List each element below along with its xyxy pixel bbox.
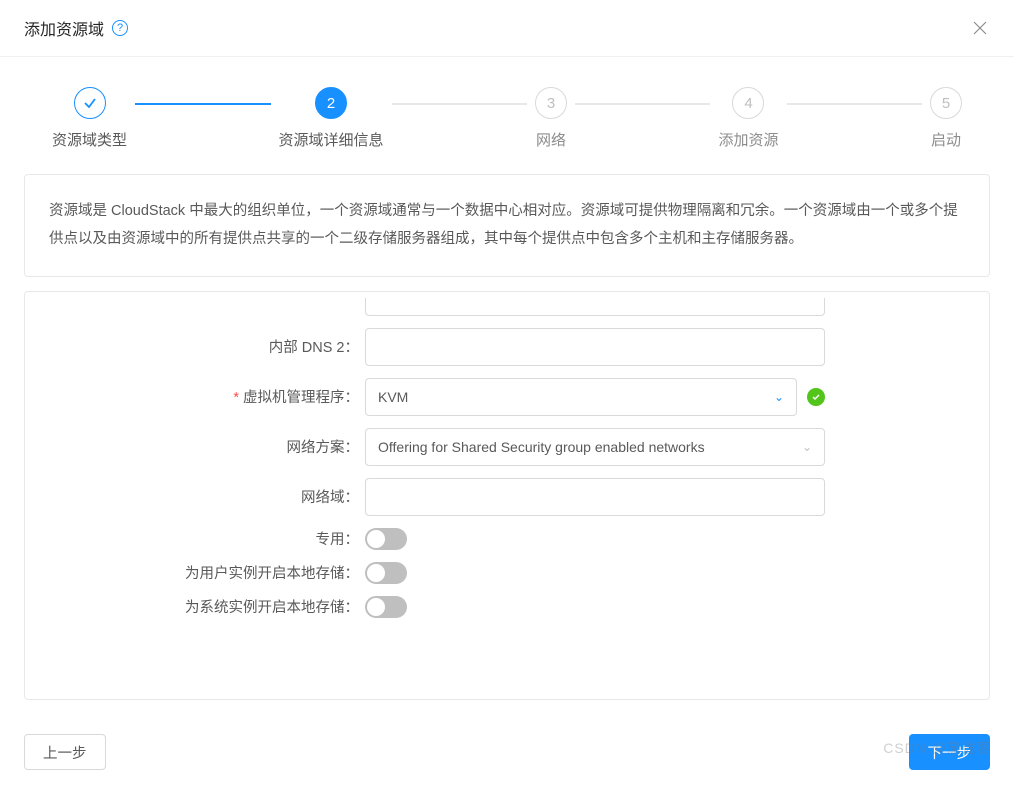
check-icon <box>74 87 106 119</box>
add-zone-modal: 添加资源域 ? 资源域类型 2 资源域详细信息 3 网络 <box>0 0 1014 788</box>
step-number-icon: 3 <box>535 87 567 119</box>
step-zone-details[interactable]: 2 资源域详细信息 <box>279 87 384 150</box>
form-control <box>365 528 825 550</box>
step-label: 资源域类型 <box>52 129 127 150</box>
modal-title: 添加资源域 <box>24 16 104 40</box>
step-label: 启动 <box>931 129 961 150</box>
form-row-dedicated: 专用： <box>25 528 989 550</box>
close-icon[interactable] <box>970 18 990 38</box>
local-storage-system-label: 为系统实例开启本地存储： <box>25 596 365 617</box>
step-label: 网络 <box>536 129 566 150</box>
chevron-down-icon: ⌄ <box>802 440 812 454</box>
step-network[interactable]: 3 网络 <box>535 87 567 150</box>
step-connector <box>392 103 527 105</box>
form-row-network-offering: 网络方案： Offering for Shared Security group… <box>25 428 989 466</box>
hypervisor-value: KVM <box>378 389 408 405</box>
chevron-down-icon: ⌄ <box>774 390 784 404</box>
hypervisor-select[interactable]: KVM ⌄ <box>365 378 797 416</box>
modal-header: 添加资源域 ? <box>0 0 1014 57</box>
hypervisor-label: 虚拟机管理程序： <box>25 386 365 407</box>
local-storage-user-label: 为用户实例开启本地存储： <box>25 562 365 583</box>
dedicated-toggle[interactable] <box>365 528 407 550</box>
step-add-resources[interactable]: 4 添加资源 <box>718 87 778 150</box>
network-domain-input[interactable] <box>365 478 825 516</box>
form-container: 内部 DNS 2： 虚拟机管理程序： KVM ⌄ <box>24 291 990 700</box>
previous-button[interactable]: 上一步 <box>24 734 106 770</box>
step-zone-type[interactable]: 资源域类型 <box>52 87 127 150</box>
form-control <box>365 478 825 516</box>
form-control: KVM ⌄ <box>365 378 825 416</box>
internal-dns2-input[interactable] <box>365 328 825 366</box>
network-offering-select[interactable]: Offering for Shared Security group enabl… <box>365 428 825 466</box>
network-offering-value: Offering for Shared Security group enabl… <box>378 439 705 455</box>
form-scroll-area[interactable]: 内部 DNS 2： 虚拟机管理程序： KVM ⌄ <box>25 292 989 699</box>
form-row-hypervisor: 虚拟机管理程序： KVM ⌄ <box>25 378 989 416</box>
modal-title-wrap: 添加资源域 ? <box>24 16 128 40</box>
form-control <box>365 596 825 618</box>
help-icon[interactable]: ? <box>112 20 128 36</box>
step-connector <box>135 103 270 105</box>
wizard-steps: 资源域类型 2 资源域详细信息 3 网络 4 添加资源 5 启动 <box>24 87 990 150</box>
step-number-icon: 5 <box>930 87 962 119</box>
internal-dns2-label: 内部 DNS 2： <box>25 336 365 357</box>
step-connector <box>787 103 922 105</box>
local-storage-system-toggle[interactable] <box>365 596 407 618</box>
next-button[interactable]: 下一步 <box>909 734 991 770</box>
form-row-local-storage-user: 为用户实例开启本地存储： <box>25 562 989 584</box>
form-control <box>365 298 825 316</box>
local-storage-user-toggle[interactable] <box>365 562 407 584</box>
step-launch[interactable]: 5 启动 <box>930 87 962 150</box>
form-row-internal-dns2: 内部 DNS 2： <box>25 328 989 366</box>
modal-footer: 上一步 下一步 <box>0 720 1014 788</box>
step-number-icon: 4 <box>732 87 764 119</box>
form-row-prev-cut <box>25 298 989 316</box>
step-label: 添加资源 <box>718 129 778 150</box>
form-row-network-domain: 网络域： <box>25 478 989 516</box>
network-domain-label: 网络域： <box>25 486 365 507</box>
form-control <box>365 562 825 584</box>
dedicated-label: 专用： <box>25 528 365 549</box>
previous-input-bottom[interactable] <box>365 298 825 316</box>
form-control <box>365 328 825 366</box>
step-number-icon: 2 <box>315 87 347 119</box>
network-offering-label: 网络方案： <box>25 436 365 457</box>
zone-description: 资源域是 CloudStack 中最大的组织单位，一个资源域通常与一个数据中心相… <box>24 174 990 277</box>
form-control: Offering for Shared Security group enabl… <box>365 428 825 466</box>
step-connector <box>575 103 710 105</box>
modal-body: 资源域类型 2 资源域详细信息 3 网络 4 添加资源 5 启动 资源 <box>0 57 1014 720</box>
form-row-local-storage-system: 为系统实例开启本地存储： <box>25 596 989 618</box>
step-label: 资源域详细信息 <box>279 129 384 150</box>
check-circle-icon <box>807 388 825 406</box>
